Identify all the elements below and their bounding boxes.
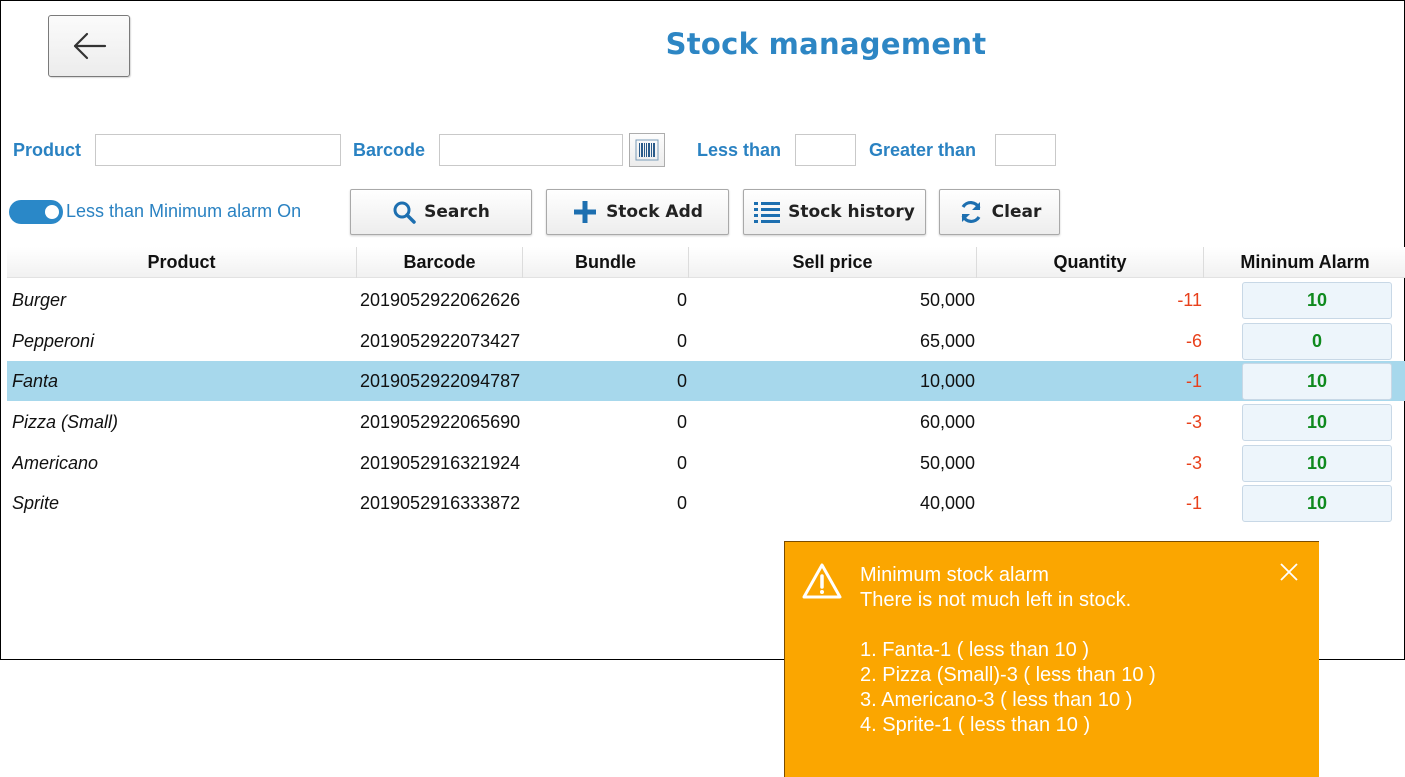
min-alarm-toggle-label: Less than Minimum alarm On: [66, 201, 302, 221]
toast-list-item: 1. Fanta-1 ( less than 10 ): [860, 639, 1090, 661]
cell-product: Pizza (Small): [12, 412, 119, 432]
toast-message: There is not much left in stock.: [860, 589, 1132, 611]
cell-quantity: -3: [1185, 453, 1202, 473]
cell-product: Pepperoni: [12, 331, 95, 351]
col-min-alarm[interactable]: Mininum Alarm: [1204, 247, 1405, 278]
table-row[interactable]: Sprite 2019052916333872 0 40,000 -1 10: [7, 483, 1405, 523]
col-barcode[interactable]: Barcode: [357, 247, 523, 278]
less-than-label: Less than: [697, 140, 782, 160]
barcode-filter-label: Barcode: [353, 140, 426, 160]
stock-history-button-label: Stock history: [788, 202, 915, 222]
cell-quantity: -11: [1177, 290, 1202, 310]
app-root: Stock management Product Barcode Less th…: [0, 0, 1405, 777]
min-alarm-field[interactable]: 0: [1242, 323, 1392, 360]
cell-barcode: 2019052922094787: [360, 371, 520, 391]
cell-quantity: -6: [1185, 331, 1202, 351]
cell-barcode: 2019052922073427: [360, 331, 520, 351]
product-filter-input[interactable]: [95, 134, 341, 166]
toast-list-item: 4. Sprite-1 ( less than 10 ): [860, 714, 1091, 736]
barcode-scan-button[interactable]: [629, 133, 665, 167]
table-row-selected[interactable]: Fanta 2019052922094787 0 10,000 -1 10: [7, 361, 1405, 401]
product-filter-label: Product: [13, 140, 82, 160]
stock-history-button[interactable]: Stock history: [743, 189, 926, 235]
cell-quantity: -1: [1185, 371, 1202, 391]
greater-than-label: Greater than: [869, 140, 977, 160]
toast-list-item: 2. Pizza (Small)-3 ( less than 10 ): [860, 664, 1156, 686]
min-stock-alarm-toast: Minimum stock alarm There is not much le…: [784, 541, 1319, 777]
col-quantity[interactable]: Quantity: [977, 247, 1204, 278]
cell-sell-price: 65,000: [919, 331, 975, 351]
toast-title: Minimum stock alarm: [860, 564, 1049, 586]
warning-icon: [801, 562, 843, 605]
table-row[interactable]: Americano 2019052916321924 0 50,000 -3 1…: [7, 443, 1405, 483]
cell-barcode: 2019052922062626: [360, 290, 520, 310]
min-alarm-field[interactable]: 10: [1242, 363, 1392, 400]
cell-sell-price: 50,000: [919, 290, 975, 310]
greater-than-input[interactable]: [995, 134, 1056, 166]
cell-quantity: -3: [1185, 412, 1202, 432]
list-icon: [754, 201, 781, 223]
close-icon[interactable]: [1279, 562, 1299, 587]
min-alarm-field[interactable]: 10: [1242, 445, 1392, 482]
min-alarm-toggle[interactable]: [9, 200, 63, 224]
cell-bundle: 0: [676, 331, 687, 351]
toggle-knob: [45, 205, 59, 219]
table-row[interactable]: Pizza (Small) 2019052922065690 0 60,000 …: [7, 402, 1405, 442]
stock-table-header: Product Barcode Bundle Sell price Quanti…: [7, 247, 1405, 278]
min-alarm-field[interactable]: 10: [1242, 404, 1392, 441]
plus-icon: [572, 199, 598, 225]
min-alarm-field[interactable]: 10: [1242, 282, 1392, 319]
cell-product: Americano: [12, 453, 99, 473]
col-product[interactable]: Product: [7, 247, 357, 278]
less-than-input[interactable]: [795, 134, 856, 166]
cell-sell-price: 10,000: [919, 371, 975, 391]
cell-quantity: -1: [1185, 493, 1202, 513]
cell-bundle: 0: [676, 412, 687, 432]
search-icon: [392, 200, 416, 224]
back-button[interactable]: [48, 15, 130, 77]
refresh-icon: [958, 199, 984, 225]
toast-list-item: 3. Americano-3 ( less than 10 ): [860, 689, 1133, 711]
page-title: Stock management: [665, 27, 987, 61]
clear-button-label: Clear: [991, 202, 1042, 222]
cell-barcode: 2019052916321924: [360, 453, 520, 473]
cell-sell-price: 60,000: [919, 412, 975, 432]
search-button[interactable]: Search: [350, 189, 532, 235]
cell-bundle: 0: [676, 453, 687, 473]
col-bundle[interactable]: Bundle: [523, 247, 689, 278]
cell-product: Fanta: [12, 371, 59, 391]
col-sell-price[interactable]: Sell price: [689, 247, 977, 278]
stock-add-button-label: Stock Add: [606, 202, 703, 222]
clear-button[interactable]: Clear: [939, 189, 1060, 235]
barcode-filter-input[interactable]: [439, 134, 623, 166]
min-alarm-field[interactable]: 10: [1242, 485, 1392, 522]
cell-sell-price: 50,000: [919, 453, 975, 473]
cell-bundle: 0: [676, 493, 687, 513]
barcode-icon: [635, 139, 659, 161]
search-button-label: Search: [424, 202, 490, 222]
table-row[interactable]: Burger 2019052922062626 0 50,000 -11 10: [7, 280, 1405, 320]
cell-bundle: 0: [676, 371, 687, 391]
stock-add-button[interactable]: Stock Add: [546, 189, 729, 235]
cell-product: Sprite: [12, 493, 60, 513]
arrow-left-icon: [73, 32, 107, 60]
cell-bundle: 0: [676, 290, 687, 310]
cell-barcode: 2019052922065690: [360, 412, 520, 432]
cell-sell-price: 40,000: [919, 493, 975, 513]
cell-barcode: 2019052916333872: [360, 493, 520, 513]
cell-product: Burger: [12, 290, 67, 310]
table-row[interactable]: Pepperoni 2019052922073427 0 65,000 -6 0: [7, 321, 1405, 361]
